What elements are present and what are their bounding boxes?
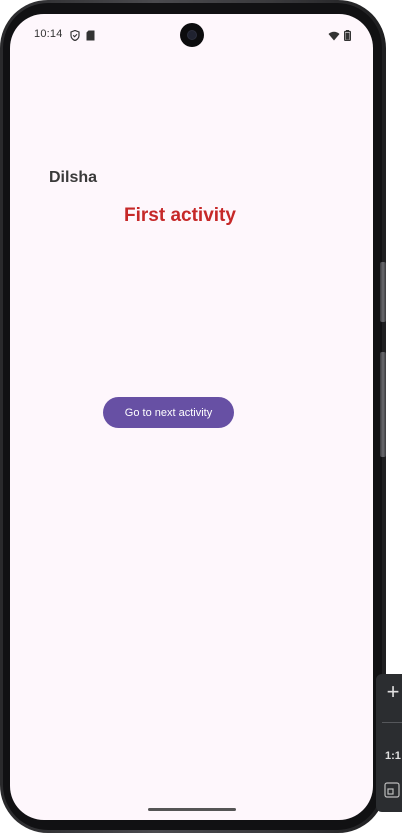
name-label: Dilsha — [49, 169, 98, 186]
volume-button[interactable] — [380, 352, 386, 457]
status-icons-left — [70, 28, 95, 46]
status-time: 10:14 — [34, 28, 63, 40]
device-screen: 10:14 Dilsha First activity Go to next a… — [10, 14, 373, 820]
status-bar: 10:14 — [10, 14, 373, 56]
wifi-icon — [328, 28, 340, 46]
power-button[interactable] — [380, 262, 386, 322]
shield-icon — [70, 28, 80, 46]
activity-title: First activity — [124, 205, 236, 226]
emulator-stage: 10:14 Dilsha First activity Go to next a… — [0, 0, 402, 835]
battery-icon — [344, 28, 352, 46]
gesture-nav-handle[interactable] — [148, 808, 236, 811]
toolbar-divider — [382, 722, 402, 723]
plus-icon[interactable]: + — [383, 681, 402, 703]
sd-card-icon — [86, 28, 95, 46]
front-camera — [180, 23, 204, 47]
status-icons-right — [328, 28, 352, 46]
go-to-next-activity-button[interactable]: Go to next activity — [103, 397, 234, 428]
resize-frame-icon[interactable] — [384, 782, 400, 798]
ratio-label[interactable]: 1:1 — [385, 750, 401, 762]
emulator-side-toolbar: + 1:1 — [376, 674, 402, 812]
